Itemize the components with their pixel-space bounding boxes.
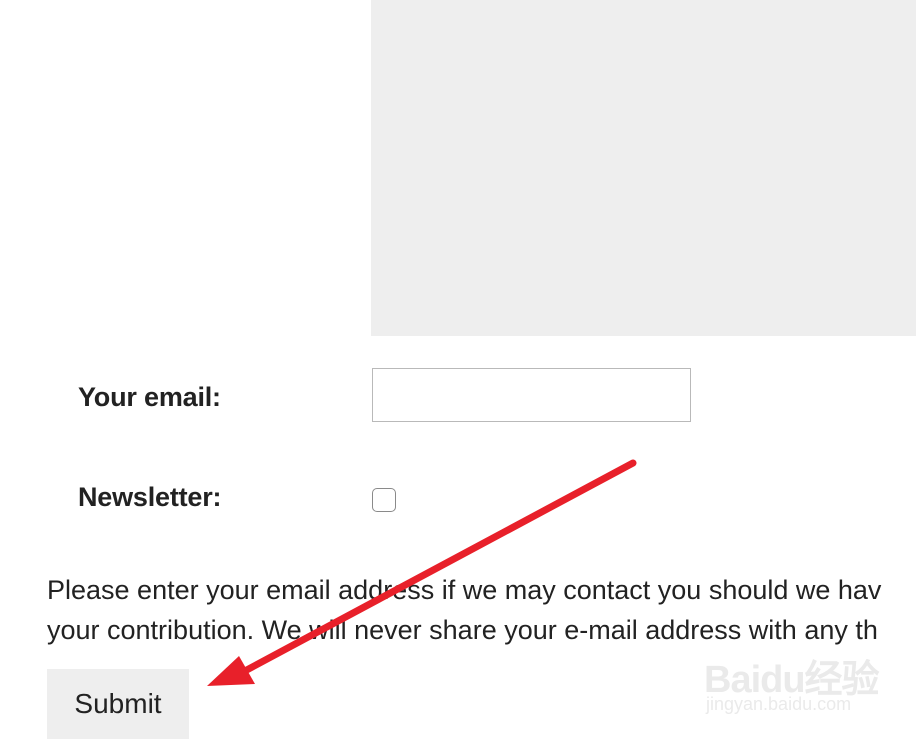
newsletter-checkbox[interactable]: [372, 488, 396, 512]
email-field[interactable]: [372, 368, 691, 422]
privacy-notice-line-1: Please enter your email address if we ma…: [47, 575, 882, 605]
message-textarea[interactable]: [371, 0, 916, 336]
watermark-url: jingyan.baidu.com: [706, 694, 852, 714]
newsletter-label: Newsletter:: [78, 482, 222, 512]
email-label: Your email:: [78, 382, 221, 412]
privacy-notice: Please enter your email address if we ma…: [47, 570, 916, 650]
submit-button[interactable]: Submit: [47, 669, 189, 739]
baidu-watermark: Baidu经验 jingyan.baidu.com: [700, 640, 880, 720]
annotation-arrow-head: [207, 656, 255, 686]
